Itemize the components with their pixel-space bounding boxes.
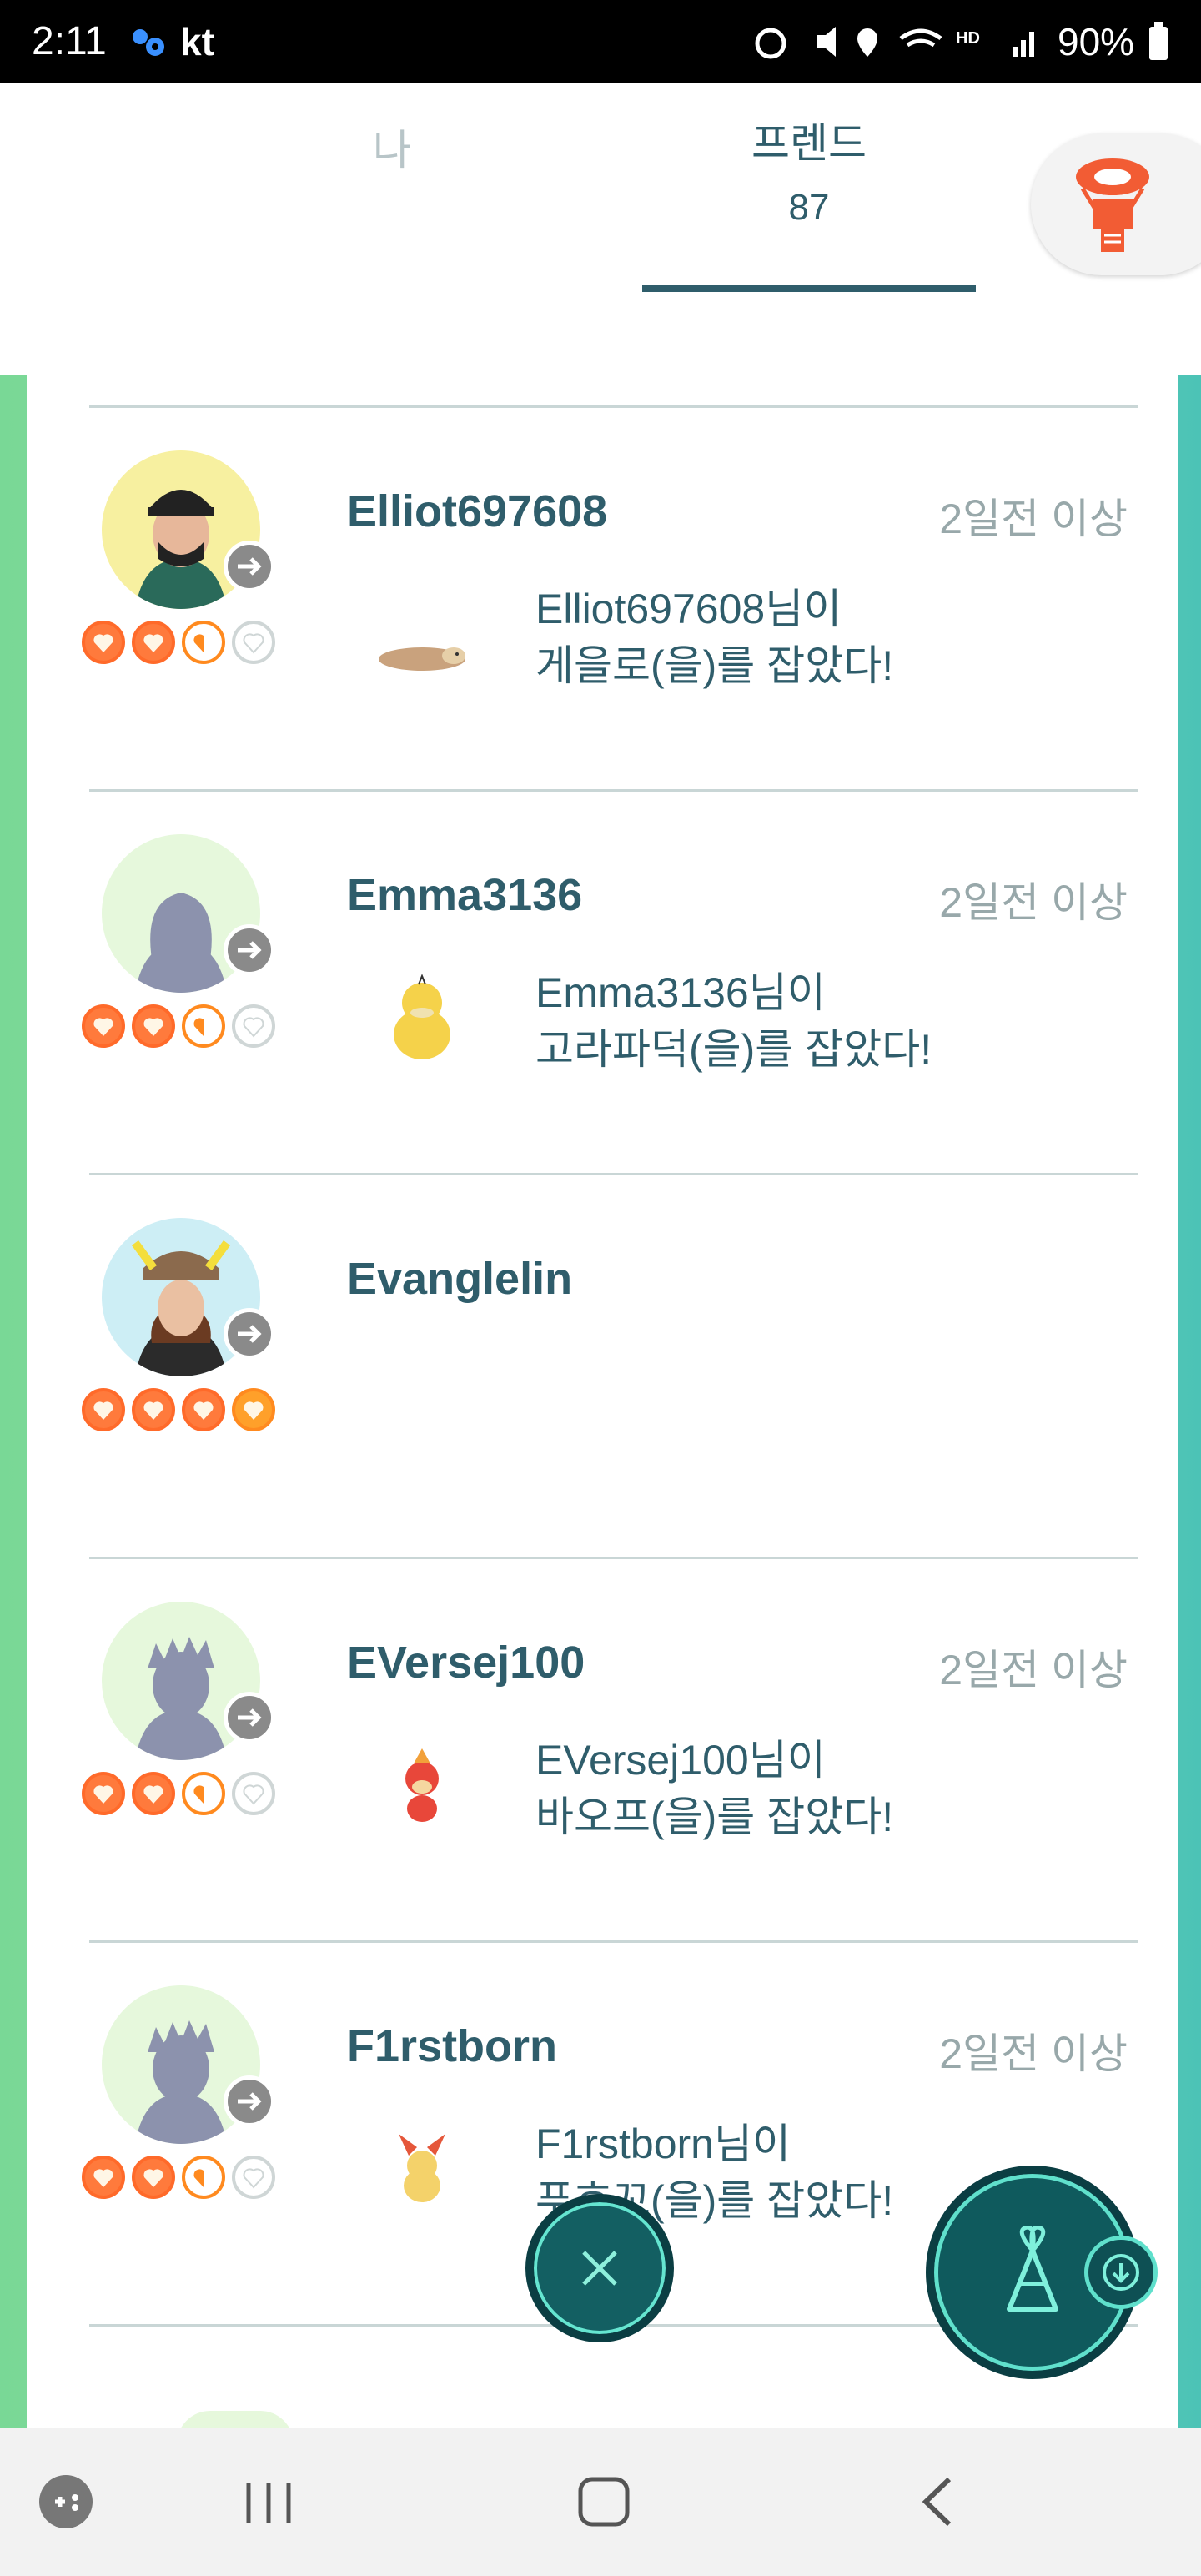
friend-name: Evanglelin bbox=[347, 1254, 573, 1304]
svg-text:HD: HD bbox=[956, 29, 980, 48]
friendship-level bbox=[82, 1388, 282, 1433]
header bbox=[0, 83, 1201, 375]
close-button[interactable] bbox=[525, 2194, 674, 2342]
friend-name: Emma3136 bbox=[347, 870, 583, 920]
heart-icon bbox=[132, 1004, 175, 1048]
divider bbox=[89, 1940, 1138, 1943]
divider bbox=[89, 1557, 1138, 1559]
heart-icon bbox=[182, 1388, 225, 1431]
friend-name: F1rstborn bbox=[347, 2021, 558, 2071]
heart-icon bbox=[182, 2156, 225, 2199]
avatar bbox=[177, 2411, 294, 2428]
heart-icon bbox=[132, 1772, 175, 1815]
psyduck-icon bbox=[394, 974, 450, 1059]
heart-icon bbox=[132, 2156, 175, 2199]
friend-list[interactable]: Elliot697608 2일전 이상 Elliot697608님이 게을로(을… bbox=[27, 375, 1178, 2428]
heart-icon bbox=[82, 1772, 125, 1815]
close-icon bbox=[582, 2251, 617, 2286]
heart-icon bbox=[232, 1388, 275, 1431]
activity-message: Emma3136님이 고라파덕(을)를 잡았다! bbox=[535, 964, 932, 1078]
active-tab-indicator bbox=[642, 285, 976, 292]
last-active-time: 2일전 이상 bbox=[939, 879, 1128, 926]
last-active-time: 2일전 이상 bbox=[939, 2030, 1128, 2077]
home-icon[interactable] bbox=[575, 2474, 634, 2529]
tab-me[interactable]: 나 bbox=[317, 117, 467, 177]
status-time: 2:11 bbox=[32, 19, 107, 63]
heart-icon bbox=[132, 1388, 175, 1431]
friendship-level bbox=[82, 1004, 282, 1049]
download-badge[interactable] bbox=[1084, 2236, 1158, 2309]
gift-icon bbox=[1007, 2226, 1058, 2312]
friend-name: Elliot697608 bbox=[347, 486, 608, 536]
status-icons: HD bbox=[755, 27, 1034, 59]
activity-message: Elliot697608님이 게을로(을)를 잡았다! bbox=[535, 581, 893, 694]
activity-line-1: Elliot697608님이 bbox=[535, 586, 842, 632]
back-icon[interactable] bbox=[917, 2474, 959, 2529]
heart-icon bbox=[82, 2156, 125, 2199]
friend-name: EVersej100 bbox=[347, 1638, 585, 1688]
game-launcher-icon[interactable] bbox=[37, 2473, 95, 2531]
friendship-level bbox=[82, 621, 282, 666]
activity-line-2: 고라파덕(을)를 잡았다! bbox=[535, 1026, 932, 1073]
slakoth-icon bbox=[379, 647, 465, 671]
activity-line-1: Emma3136님이 bbox=[535, 969, 826, 1016]
tab-friends[interactable]: 프렌드 87 bbox=[642, 118, 976, 229]
arrow-right-icon[interactable] bbox=[224, 2075, 275, 2127]
heart-icon bbox=[232, 621, 275, 664]
heart-icon bbox=[82, 621, 125, 664]
activity-line-1: F1rstborn님이 bbox=[535, 2121, 791, 2167]
arrow-right-icon[interactable] bbox=[224, 541, 275, 592]
friend-count: 87 bbox=[788, 187, 830, 228]
system-nav-bar bbox=[0, 2428, 1201, 2576]
heart-icon bbox=[132, 621, 175, 664]
last-active-time: 2일전 이상 bbox=[939, 496, 1128, 542]
fennekin-icon bbox=[399, 2134, 445, 2202]
heart-icon bbox=[182, 1004, 225, 1048]
activity-line-2: 바오프(을)를 잡았다! bbox=[535, 1794, 894, 1840]
friend-list-item[interactable]: Elliot697608 2일전 이상 Elliot697608님이 게을로(을… bbox=[27, 409, 1178, 792]
divider bbox=[89, 1173, 1138, 1175]
heart-icon bbox=[232, 1004, 275, 1048]
heart-icon bbox=[182, 621, 225, 664]
activity-message: EVersej100님이 바오프(을)를 잡았다! bbox=[535, 1732, 893, 1845]
friendship-level bbox=[82, 2156, 282, 2201]
battery-icon bbox=[1149, 22, 1168, 60]
arrow-right-icon[interactable] bbox=[224, 1308, 275, 1360]
heart-icon bbox=[232, 1772, 275, 1815]
balloon-icon bbox=[1076, 158, 1149, 252]
friend-list-item[interactable]: Evanglelin bbox=[27, 1176, 1178, 1560]
divider bbox=[89, 405, 1138, 408]
gift-balloon-button[interactable] bbox=[1031, 133, 1201, 275]
arrow-right-icon[interactable] bbox=[224, 1692, 275, 1743]
friendship-level bbox=[82, 1772, 282, 1817]
heart-icon bbox=[82, 1004, 125, 1048]
heart-icon bbox=[82, 1388, 125, 1431]
status-bar: 2:11 kt HD 90% bbox=[0, 0, 1201, 83]
activity-line-1: EVersej100님이 bbox=[535, 1737, 826, 1784]
friend-list-item[interactable]: Emma3136 2일전 이상 Emma3136님이 고라파덕(을)를 잡았다! bbox=[27, 792, 1178, 1176]
pansear-icon bbox=[405, 1748, 439, 1822]
heart-icon bbox=[232, 2156, 275, 2199]
divider bbox=[89, 789, 1138, 792]
status-carrier: kt bbox=[180, 20, 214, 63]
activity-line-2: 게을로(을)를 잡았다! bbox=[535, 642, 894, 689]
heart-icon bbox=[182, 1772, 225, 1815]
arrow-down-icon bbox=[1103, 2254, 1139, 2291]
recent-apps-icon[interactable] bbox=[242, 2478, 295, 2528]
tab-friends-label: 프렌드 bbox=[751, 120, 867, 167]
gear-icon bbox=[133, 29, 164, 56]
friend-list-item[interactable]: EVersej100 2일전 이상 EVersej100님이 바오프(을)를 잡… bbox=[27, 1560, 1178, 1944]
last-active-time: 2일전 이상 bbox=[939, 1647, 1128, 1693]
status-battery: 90% bbox=[1058, 20, 1135, 63]
arrow-right-icon[interactable] bbox=[224, 924, 275, 976]
